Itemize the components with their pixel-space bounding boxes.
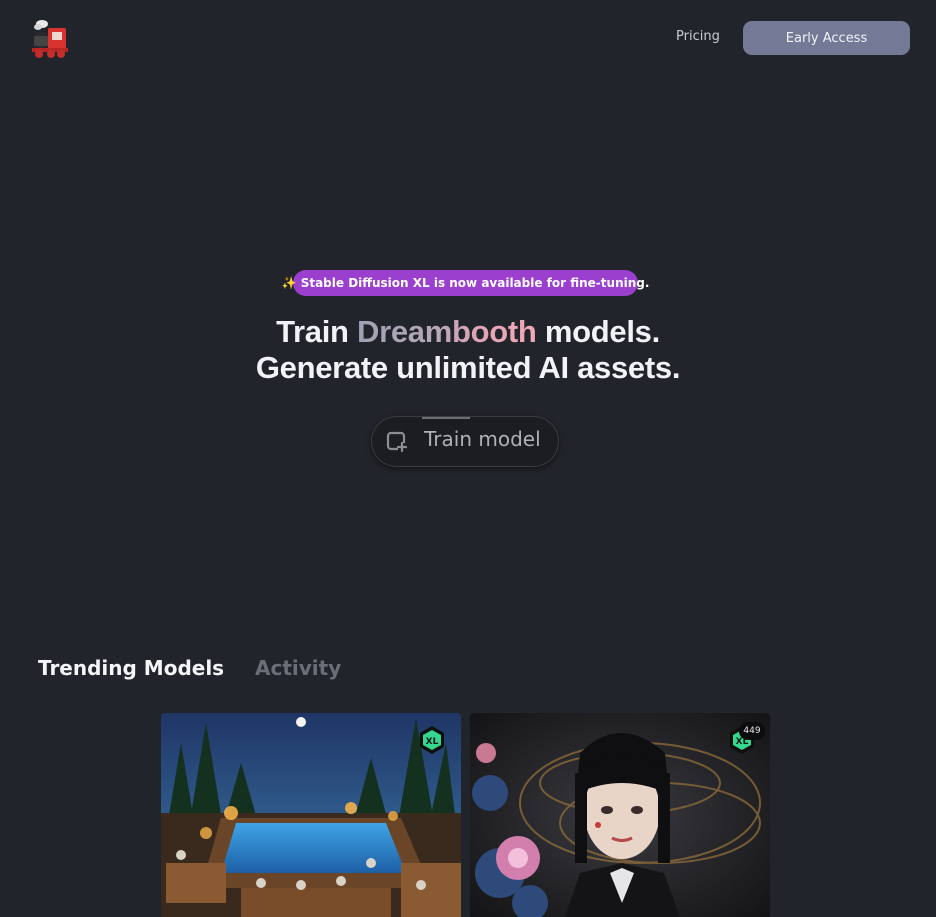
- train-model-button[interactable]: Train model: [371, 416, 559, 467]
- train-model-label: Train model: [424, 427, 541, 451]
- xl-badge-label: XL: [426, 737, 439, 747]
- count-badge: 449: [739, 722, 765, 740]
- add-square-icon: [386, 431, 408, 453]
- tab-trending-models[interactable]: Trending Models: [38, 656, 224, 680]
- logo-train-icon[interactable]: [28, 18, 70, 60]
- model-card[interactable]: XL 449: [470, 713, 770, 917]
- tab-activity[interactable]: Activity: [255, 656, 341, 680]
- announcement-badge[interactable]: ✨ Stable Diffusion XL is now available f…: [282, 270, 649, 296]
- model-card-image: [470, 713, 770, 917]
- model-card[interactable]: XL: [161, 713, 461, 917]
- early-access-button[interactable]: Early Access: [743, 21, 910, 55]
- hero-title-highlight: Dreambooth: [356, 314, 537, 349]
- page: Pricing Early Access ✨ Stable Diffusion …: [0, 0, 936, 917]
- hero-title-pre: Train: [276, 314, 357, 349]
- hero-title: Train Dreambooth models. Generate unlimi…: [0, 314, 936, 386]
- nav-pricing-link[interactable]: Pricing: [676, 29, 720, 47]
- model-card-image: [161, 713, 461, 917]
- hero-title-line2: Generate unlimited AI assets.: [255, 350, 681, 385]
- xl-badge-icon: XL: [420, 726, 444, 754]
- hero-title-line1: Train Dreambooth models.: [0, 314, 936, 350]
- hero-title-post: models.: [536, 314, 660, 349]
